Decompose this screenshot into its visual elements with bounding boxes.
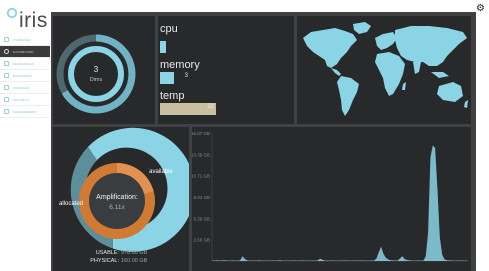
- resources-icon: [4, 61, 9, 66]
- map-australia: [437, 82, 463, 102]
- sidebar-item-security[interactable]: Security: [0, 94, 50, 106]
- y-tick-label: 2.68 GB: [193, 238, 210, 243]
- memory-bar: 3: [160, 72, 190, 84]
- y-tick-label: 16.07 GB: [192, 131, 210, 136]
- available-label: available: [149, 169, 173, 175]
- y-tick-label: 13.39 GB: [192, 152, 210, 157]
- profiles-icon: [4, 85, 9, 90]
- sidebar-item-label: Dashboard: [13, 49, 34, 54]
- y-tick-label: 5.36 GB: [193, 216, 210, 221]
- capacity-donut: Amplification: 6.11x available allocated…: [59, 127, 189, 264]
- physical-label: PHYSICAL:: [90, 258, 119, 264]
- management-icon: [4, 109, 9, 114]
- dimms-count: 3: [94, 65, 99, 74]
- capacity-panel: Amplification: 6.11x available allocated…: [53, 127, 189, 271]
- usable-label: USABLE:: [96, 250, 120, 256]
- map-indonesia: [431, 72, 449, 78]
- map-new-zealand: [464, 100, 468, 108]
- physical-value: 160.00 GB: [121, 258, 148, 264]
- cpu-bar: [160, 41, 230, 53]
- temp-bar: 32: [160, 103, 216, 115]
- cpu-label: cpu: [160, 23, 178, 35]
- memory-bar-fill: [160, 72, 175, 84]
- sidebar-item-label: Managers: [13, 73, 32, 78]
- chart-icon: [4, 37, 9, 42]
- sidebar-item-label: Security: [13, 97, 30, 102]
- map-india: [413, 62, 421, 74]
- sidebar-item-label: Resources: [13, 61, 34, 66]
- sidebar-item-managers[interactable]: Managers: [0, 70, 50, 82]
- managers-icon: [4, 73, 9, 78]
- map-central-america: [331, 68, 341, 76]
- world-map: [303, 22, 468, 116]
- sidebar-item-resources[interactable]: Resources: [0, 58, 50, 70]
- logo-ring-icon: [6, 7, 18, 19]
- map-europe: [375, 32, 397, 50]
- allocated-label: allocated: [59, 201, 83, 207]
- amplification-center: [89, 173, 145, 229]
- sidebar-item-management[interactable]: Management: [0, 106, 50, 118]
- map-north-america: [303, 28, 357, 68]
- y-tick-label: 8.04 GB: [193, 195, 210, 200]
- dimms-label: Dims: [90, 77, 103, 83]
- sidebar-item-profiles[interactable]: Profiles: [0, 82, 50, 94]
- sidebar-item-label: Overview: [13, 37, 31, 42]
- y-tick-label: 10.71 GB: [192, 174, 210, 179]
- map-africa: [375, 52, 405, 96]
- world-map-panel: [297, 16, 471, 124]
- sidebar-item-label: Management: [13, 109, 37, 114]
- dimms-donut: 3 Dims: [56, 34, 136, 114]
- usable-value: 978.00 GB: [121, 250, 148, 256]
- series-area: [212, 145, 468, 261]
- cpu-bar-fill: [160, 41, 167, 53]
- amplification-title: Amplification:: [96, 194, 138, 201]
- dimms-panel: 3 Dims: [53, 16, 155, 124]
- map-madagascar: [402, 82, 406, 90]
- sidebar-item-label: Profiles: [13, 85, 30, 90]
- dashboard-area: 3 Dims cpu memory 3 temp 32 Amplificatio…: [51, 12, 476, 271]
- map-asia: [395, 26, 467, 66]
- dashboard-icon: [4, 49, 9, 54]
- sidebar: Overview Dashboard Resources Managers Pr…: [0, 34, 50, 271]
- map-greenland: [353, 22, 371, 34]
- usage-chart: 16.07 GB 13.39 GB 10.71 GB 8.04 GB 5.36 GB 2.…: [192, 131, 468, 262]
- sidebar-item-dashboard[interactable]: Dashboard: [0, 46, 50, 58]
- dimms-inner-ring: [68, 46, 124, 102]
- metrics-panel: cpu memory 3 temp 32: [158, 16, 294, 124]
- amplification-value: 6.11x: [109, 204, 125, 211]
- gear-icon[interactable]: ⚙: [476, 3, 485, 14]
- memory-label: memory: [160, 59, 200, 71]
- temp-label: temp: [160, 90, 185, 102]
- sidebar-item-overview[interactable]: Overview: [0, 34, 50, 46]
- security-icon: [4, 97, 9, 102]
- usage-chart-panel: 16.07 GB 13.39 GB 10.71 GB 8.04 GB 5.36 GB 2.…: [192, 127, 471, 271]
- temp-value: 32: [207, 104, 214, 110]
- logo-text: iris: [19, 9, 48, 32]
- memory-value: 3: [184, 73, 188, 79]
- map-south-america: [337, 76, 359, 116]
